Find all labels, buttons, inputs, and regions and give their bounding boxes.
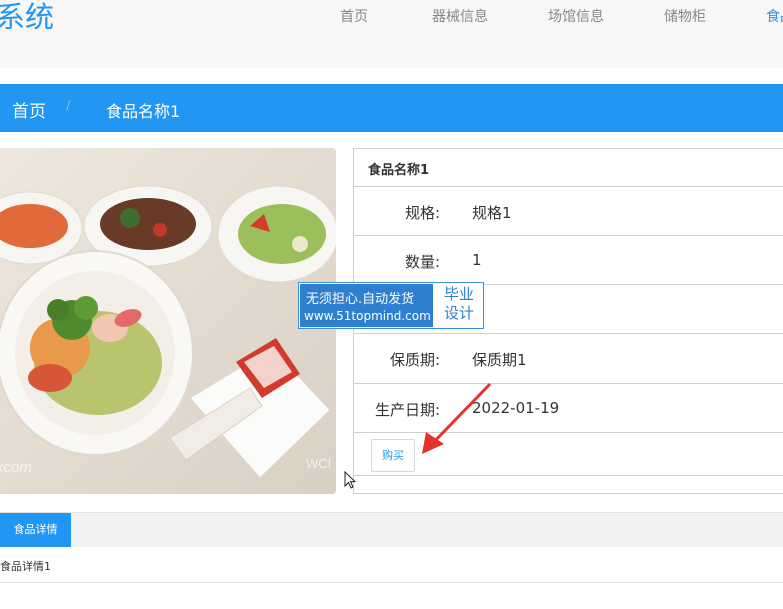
product-image: xcom WCI: [0, 148, 336, 494]
nav-food[interactable]: 食品: [766, 6, 783, 26]
breadcrumb: 首页 / 食品名称1: [0, 84, 783, 132]
buy-button[interactable]: 购买: [371, 439, 415, 472]
field-row-spec: 规格: 规格1: [354, 186, 783, 235]
watermark-right-line1: 毕业: [443, 285, 474, 303]
field-value: 规格1: [472, 204, 512, 222]
field-label: 规格:: [404, 204, 440, 222]
watermark-right-line2: 设计: [443, 304, 474, 322]
field-value: 保质期1: [472, 351, 527, 369]
watermark-left: 无须担心.自动发货 www.51topmind.com: [300, 284, 433, 327]
watermark-right: 毕业 设计: [437, 285, 481, 323]
breadcrumb-current: 食品名称1: [106, 102, 181, 121]
product-title: 食品名称1: [368, 163, 430, 178]
watermark-url: www.51topmind.com: [304, 309, 431, 323]
photo-watermark-right: WCI: [306, 456, 331, 471]
field-label: 数量:: [404, 253, 440, 271]
panel-divider: [354, 475, 783, 476]
nav-home[interactable]: 首页: [340, 6, 368, 26]
red-arrow-icon: [422, 382, 492, 454]
detail-tabs: 食品详情: [0, 512, 783, 547]
watermark-banner: 无须担心.自动发货 www.51topmind.com 毕业 设计: [298, 282, 484, 329]
photo-watermark-left: xcom: [0, 459, 32, 476]
breadcrumb-home[interactable]: 首页: [12, 97, 46, 122]
main-nav: 首页 器械信息 场馆信息 储物柜 食品: [0, 6, 783, 26]
top-header: 系统 首页 器械信息 场馆信息 储物柜 食品: [0, 0, 783, 68]
nav-locker[interactable]: 储物柜: [664, 6, 706, 26]
field-row-quantity: 数量: 1: [354, 235, 783, 284]
tab-food-detail[interactable]: 食品详情: [0, 513, 71, 547]
mouse-pointer-icon: [344, 471, 357, 489]
nav-equipment[interactable]: 器械信息: [432, 6, 488, 26]
field-value: 1: [472, 251, 482, 269]
field-label: 保质期:: [389, 351, 440, 369]
content-divider: [0, 582, 783, 583]
breadcrumb-separator: /: [66, 99, 71, 114]
watermark-line1: 无须担心.自动发货: [306, 292, 415, 307]
food-photo: xcom WCI: [0, 148, 336, 494]
food-detail-content: 食品详情1: [0, 560, 51, 573]
field-row-shelf-life: 保质期: 保质期1: [354, 333, 783, 383]
nav-venue[interactable]: 场馆信息: [548, 6, 604, 26]
